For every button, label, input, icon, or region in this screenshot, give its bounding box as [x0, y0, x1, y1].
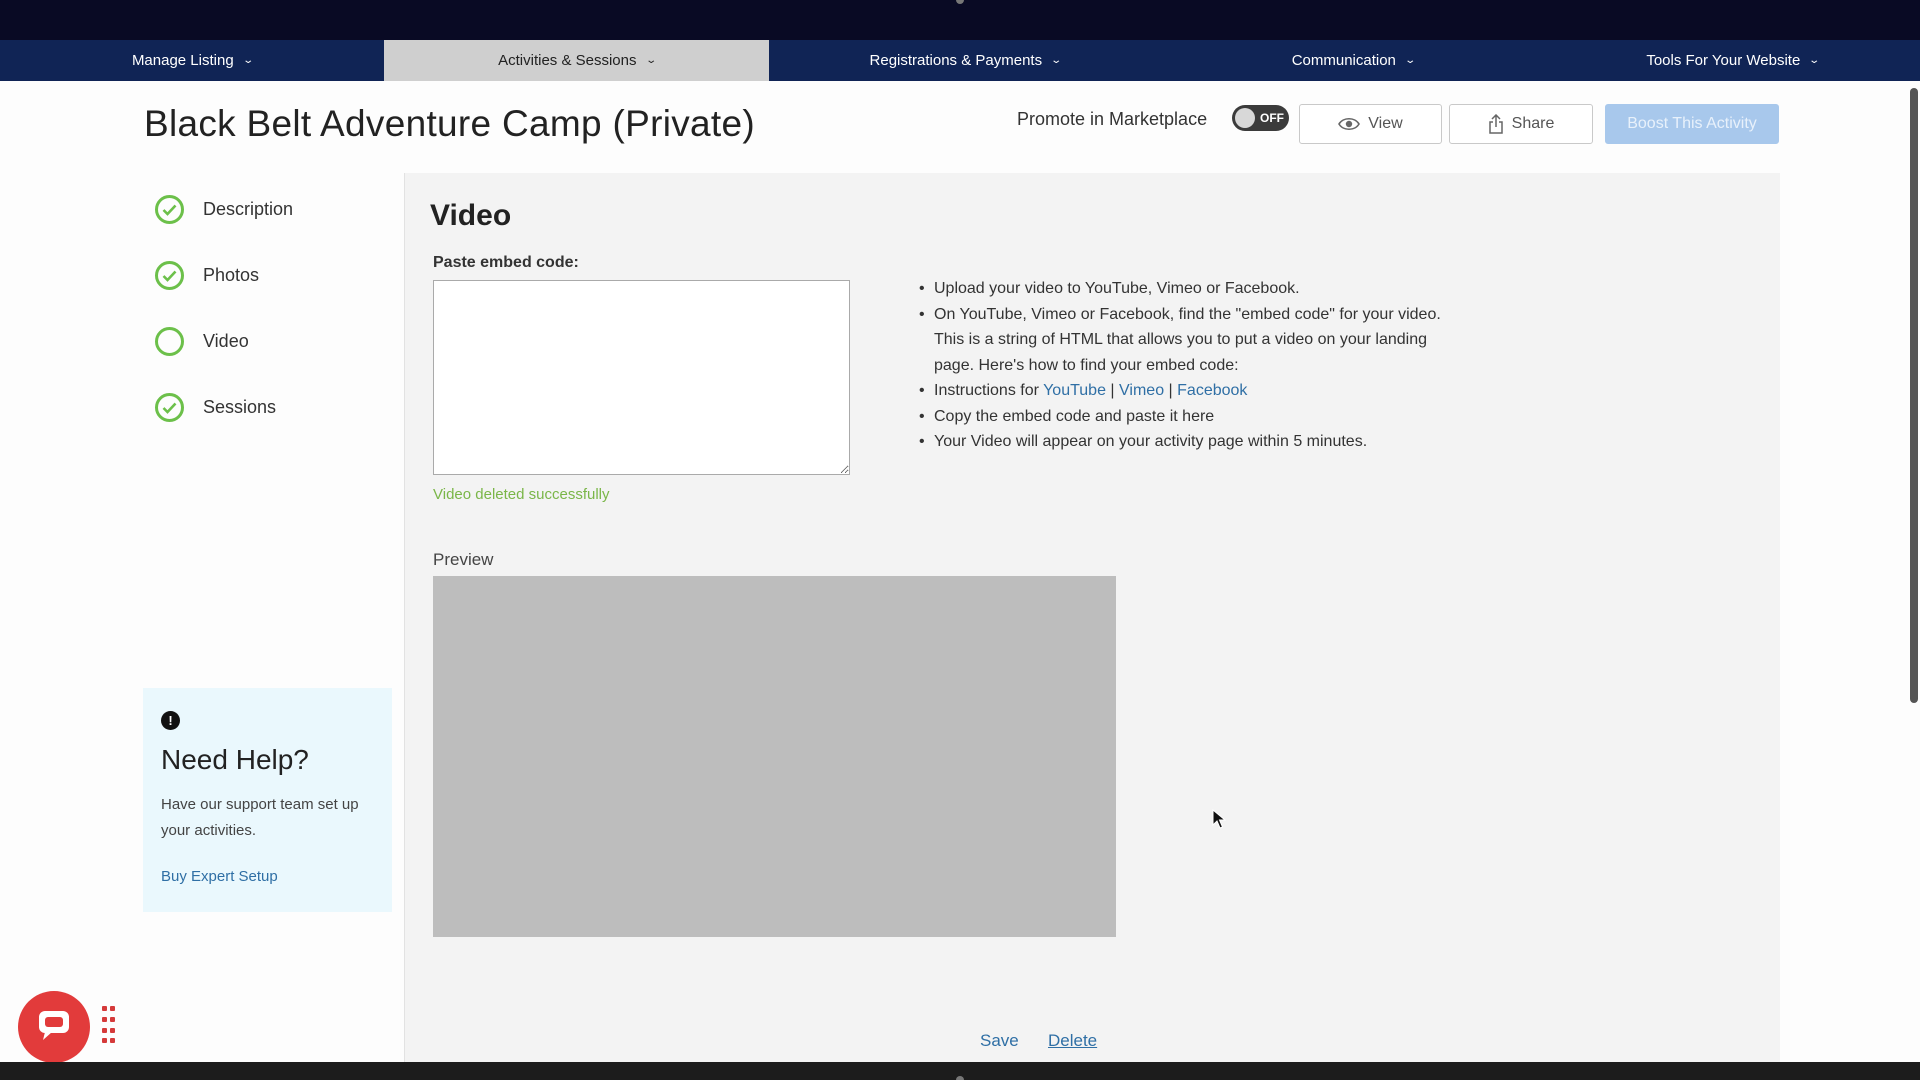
toggle-knob	[1235, 108, 1255, 128]
facebook-link[interactable]: Facebook	[1177, 382, 1247, 399]
help-box: ! Need Help? Have our support team set u…	[143, 688, 392, 912]
page-content: Black Belt Adventure Camp (Private) Prom…	[0, 81, 1920, 1062]
step-label: Photos	[203, 265, 260, 285]
page-title: Black Belt Adventure Camp (Private)	[144, 103, 755, 144]
nav-manage-listing[interactable]: Manage Listing ⌄	[0, 40, 384, 81]
chevron-down-icon: ⌄	[241, 55, 254, 66]
help-text: Have our support team set up your activi…	[161, 796, 359, 839]
promote-toggle[interactable]: OFF	[1232, 105, 1289, 131]
check-circle-icon	[155, 261, 184, 290]
chat-bubble-icon	[36, 1008, 72, 1047]
chat-widget-button[interactable]	[18, 991, 90, 1063]
embed-code-label: Paste embed code:	[433, 254, 579, 271]
chevron-down-icon: ⌄	[1808, 55, 1821, 66]
nav-label: Communication	[1291, 52, 1396, 69]
vimeo-link[interactable]: Vimeo	[1119, 382, 1164, 399]
check-circle-icon	[155, 195, 184, 224]
instructions-list: Upload your video to YouTube, Vimeo or F…	[919, 276, 1449, 455]
help-title: Need Help?	[161, 744, 309, 775]
instruction-item: On YouTube, Vimeo or Facebook, find the …	[919, 302, 1449, 379]
section-title: Video	[430, 199, 512, 232]
promote-label: Promote in Marketplace	[1017, 109, 1208, 129]
chevron-down-icon: ⌄	[1404, 55, 1416, 66]
buy-expert-setup-link[interactable]: Buy Expert Setup	[161, 868, 278, 885]
nav-registrations-payments[interactable]: Registrations & Payments ⌄	[769, 40, 1161, 81]
page-scrollbar[interactable]	[1910, 88, 1918, 703]
boost-activity-button[interactable]: Boost This Activity	[1605, 104, 1779, 144]
sidebar-step-video[interactable]: Video	[155, 327, 249, 356]
embed-code-input[interactable]	[433, 280, 850, 475]
separator: |	[1110, 382, 1115, 399]
instruction-item: Copy the embed code and paste it here	[919, 404, 1449, 430]
chevron-down-icon: ⌄	[1050, 55, 1063, 66]
nav-tools-for-website[interactable]: Tools For Your Website ⌄	[1545, 40, 1920, 81]
exclamation-circle-icon: !	[161, 711, 180, 730]
nav-label: Activities & Sessions	[498, 52, 637, 69]
chevron-down-icon: ⌄	[644, 55, 657, 66]
drag-grip-icon[interactable]	[102, 1006, 116, 1046]
view-button[interactable]: View	[1299, 104, 1442, 144]
nav-communication[interactable]: Communication ⌄	[1161, 40, 1545, 81]
mouse-pointer-icon	[1212, 808, 1227, 834]
instruction-item: Your Video will appear on your activity …	[919, 429, 1449, 455]
nav-activities-sessions[interactable]: Activities & Sessions ⌄	[384, 40, 769, 81]
separator: |	[1168, 382, 1173, 399]
nav-label: Manage Listing	[131, 52, 234, 69]
video-panel: Video Paste embed code: Video deleted su…	[404, 173, 1780, 1062]
empty-circle-icon	[155, 327, 184, 356]
nav-label: Registrations & Payments	[869, 52, 1043, 69]
share-icon	[1488, 114, 1504, 134]
step-label: Video	[203, 331, 249, 351]
step-label: Description	[203, 199, 294, 219]
toggle-state: OFF	[1260, 111, 1284, 125]
nav-label: Tools For Your Website	[1646, 52, 1801, 69]
main-navigation: Manage Listing ⌄ Activities & Sessions ⌄…	[0, 40, 1920, 81]
instruction-item: Upload your video to YouTube, Vimeo or F…	[919, 276, 1449, 302]
delete-button[interactable]: Delete	[1048, 1031, 1097, 1051]
share-button[interactable]: Share	[1449, 104, 1593, 144]
window-indicator-dot	[956, 1076, 964, 1080]
instruction-prefix: Instructions for	[934, 382, 1039, 399]
sidebar-step-photos[interactable]: Photos	[155, 261, 259, 290]
eye-icon	[1338, 117, 1361, 131]
preview-label: Preview	[433, 550, 494, 569]
save-button[interactable]: Save	[980, 1031, 1019, 1051]
step-label: Sessions	[203, 397, 277, 417]
instruction-item: Instructions for YouTube | Vimeo | Faceb…	[919, 378, 1449, 404]
sidebar-step-description[interactable]: Description	[155, 195, 293, 224]
view-button-label: View	[1368, 115, 1403, 132]
video-preview	[433, 576, 1116, 937]
share-button-label: Share	[1511, 115, 1555, 132]
sidebar-step-sessions[interactable]: Sessions	[155, 393, 276, 422]
top-window-strip	[0, 0, 1920, 40]
boost-button-label: Boost This Activity	[1627, 115, 1757, 132]
youtube-link[interactable]: YouTube	[1043, 382, 1106, 399]
check-circle-icon	[155, 393, 184, 422]
status-message: Video deleted successfully	[433, 486, 610, 503]
